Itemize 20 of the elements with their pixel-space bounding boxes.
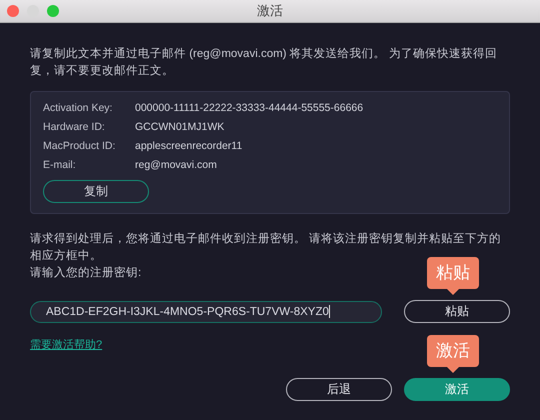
window-title: 激活 xyxy=(257,2,283,20)
callout: 激活 xyxy=(427,335,479,373)
info-label: E-mail: xyxy=(43,158,77,173)
info-label: Hardware ID: xyxy=(43,120,106,135)
key-prompt: 请输入您的注册密钥: xyxy=(30,265,142,281)
window-controls-icon[interactable] xyxy=(6,4,60,18)
info-value: applescreenrecorder11 xyxy=(135,139,242,154)
back-button[interactable]: 后退 xyxy=(286,378,392,401)
info-label: Activation Key: xyxy=(43,101,114,116)
copy-button[interactable]: 复制 xyxy=(43,180,149,203)
info-label: MacProduct ID: xyxy=(43,139,116,154)
info-value: reg@movavi.com xyxy=(135,158,217,173)
info-value: GCCWN01MJ1WK xyxy=(135,120,224,135)
instruction-text: 请复制此文本并通过电子邮件 (reg@movavi.com) 将其发送给我们。 为了确保快速获得回复，请不要更改邮件正文。 xyxy=(30,46,498,79)
activate-button[interactable]: 激活 xyxy=(404,378,510,401)
callout: 粘贴 xyxy=(427,257,479,295)
info-value: 000000-11111-22222-33333-44444-55555-66666 xyxy=(135,101,364,116)
paste-button[interactable]: 粘贴 xyxy=(404,300,510,323)
key-field[interactable]: ABC1D-EF2GH-I3JKL-4MNO5-PQR6S-TU7VW-8XYZ0 xyxy=(30,300,382,322)
help-link[interactable]: 需要激活帮助? xyxy=(30,337,102,352)
